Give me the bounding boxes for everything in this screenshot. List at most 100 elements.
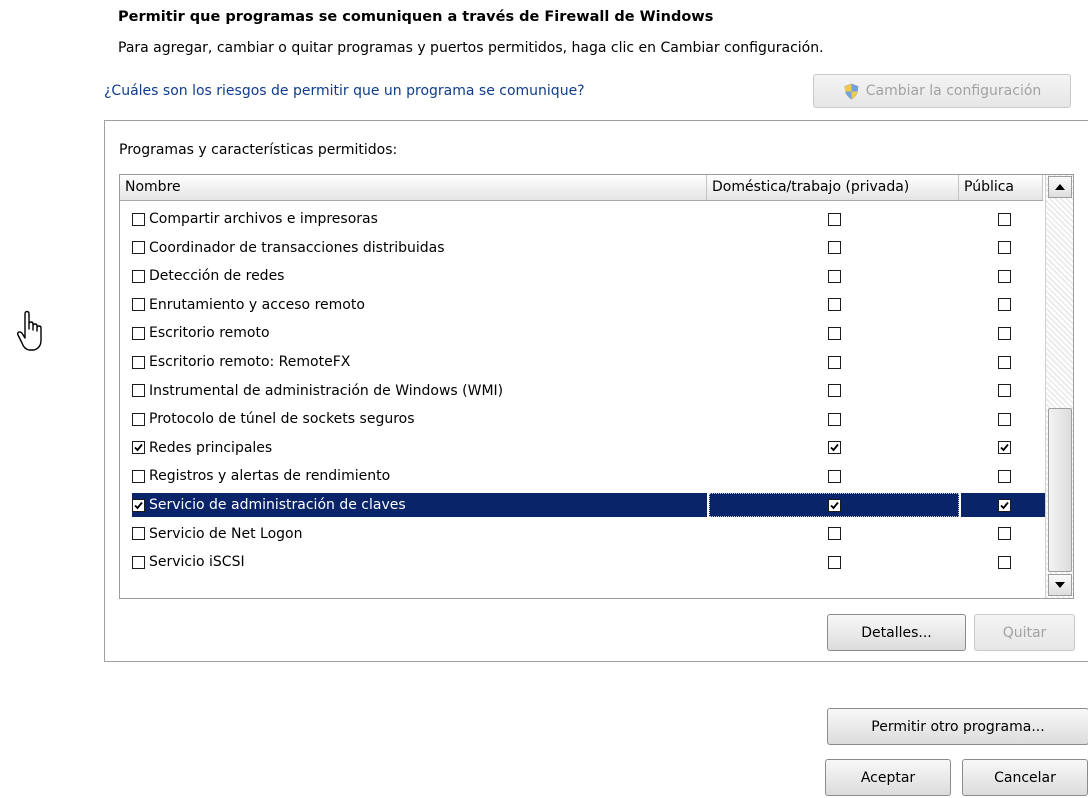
row-name-cell: Redes principales [132, 436, 707, 460]
private-checkbox[interactable] [827, 355, 841, 369]
enable-checkbox[interactable] [132, 326, 145, 340]
enable-checkbox[interactable] [132, 241, 145, 255]
program-name: Redes principales [149, 439, 273, 456]
table-row[interactable]: Instrumental de administración de Window… [120, 377, 1048, 405]
public-checkbox[interactable] [998, 384, 1011, 398]
private-checkbox[interactable] [827, 527, 841, 541]
enable-checkbox[interactable] [132, 355, 145, 369]
private-checkbox[interactable] [827, 298, 841, 312]
public-checkbox[interactable] [998, 555, 1011, 569]
table-row[interactable]: Servicio de administración de claves [120, 491, 1048, 519]
row-public-cell [961, 264, 1048, 288]
private-checkbox[interactable] [827, 555, 841, 569]
table-row[interactable]: Compartir archivos e impresoras [120, 205, 1048, 233]
change-settings-button[interactable]: Cambiar la configuración [813, 74, 1071, 108]
row-private-cell [709, 293, 959, 317]
allowed-programs-label: Programas y características permitidos: [119, 142, 398, 158]
enable-checkbox[interactable] [132, 212, 145, 226]
public-checkbox[interactable] [998, 241, 1011, 255]
program-name: Enrutamiento y acceso remoto [149, 296, 365, 313]
private-checkbox[interactable] [827, 412, 841, 426]
enable-checkbox[interactable] [132, 469, 145, 483]
enable-checkbox[interactable] [132, 384, 145, 398]
public-checkbox[interactable] [998, 441, 1011, 455]
scroll-up-button[interactable] [1048, 176, 1072, 198]
table-row[interactable]: Redes principales [120, 434, 1048, 462]
program-name: Instrumental de administración de Window… [149, 382, 504, 399]
list-header: Nombre Doméstica/trabajo (privada) Públi… [120, 175, 1043, 201]
row-private-cell [709, 264, 959, 288]
table-row[interactable]: Servicio iSCSI [120, 548, 1048, 576]
public-checkbox[interactable] [998, 355, 1011, 369]
cancel-button[interactable]: Cancelar [962, 759, 1088, 796]
public-checkbox[interactable] [998, 527, 1011, 541]
row-public-cell [961, 236, 1048, 260]
row-public-cell [961, 321, 1048, 345]
table-row[interactable]: Escritorio remoto [120, 319, 1048, 347]
enable-checkbox[interactable] [132, 498, 145, 512]
private-checkbox[interactable] [827, 441, 841, 455]
program-name: Escritorio remoto [149, 325, 270, 342]
table-row[interactable]: Escritorio remoto: RemoteFX [120, 348, 1048, 376]
program-name: Registros y alertas de rendimiento [149, 468, 391, 485]
public-checkbox[interactable] [998, 212, 1011, 226]
program-name: Escritorio remoto: RemoteFX [149, 354, 351, 370]
enable-checkbox[interactable] [132, 298, 145, 312]
enable-checkbox[interactable] [132, 269, 145, 283]
table-row[interactable]: Detección de redes [120, 262, 1048, 290]
public-checkbox[interactable] [998, 298, 1011, 312]
row-public-cell [961, 207, 1048, 231]
program-name: Servicio de administración de claves [149, 497, 406, 513]
enable-checkbox[interactable] [132, 527, 145, 541]
public-checkbox[interactable] [998, 326, 1011, 340]
private-checkbox[interactable] [827, 326, 841, 340]
table-row[interactable]: Coordinador de transacciones distribuida… [120, 234, 1048, 262]
page-subtitle: Para agregar, cambiar o quitar programas… [118, 40, 824, 56]
row-private-cell [709, 550, 959, 574]
program-name: Servicio iSCSI [149, 554, 245, 571]
public-checkbox[interactable] [998, 469, 1011, 483]
column-header-private[interactable]: Doméstica/trabajo (privada) [707, 175, 959, 200]
public-checkbox[interactable] [998, 269, 1011, 283]
private-checkbox[interactable] [827, 384, 841, 398]
row-name-cell: Servicio de administración de claves [132, 493, 707, 517]
vertical-scrollbar[interactable] [1045, 175, 1073, 598]
enable-checkbox[interactable] [132, 555, 145, 569]
private-checkbox[interactable] [827, 269, 841, 283]
row-private-cell [709, 464, 959, 488]
row-private-cell [709, 522, 959, 546]
allowed-programs-list[interactable]: Nombre Doméstica/trabajo (privada) Públi… [119, 174, 1074, 599]
column-header-public[interactable]: Pública [959, 175, 1043, 200]
program-name: Coordinador de transacciones distribuida… [149, 239, 445, 256]
private-checkbox[interactable] [827, 469, 841, 483]
row-public-cell [961, 464, 1048, 488]
change-settings-label: Cambiar la configuración [865, 83, 1042, 99]
row-name-cell: Enrutamiento y acceso remoto [132, 293, 707, 317]
scroll-down-button[interactable] [1048, 574, 1072, 596]
program-name: Compartir archivos e impresoras [149, 211, 378, 227]
allow-another-program-button[interactable]: Permitir otro programa... [827, 708, 1088, 745]
private-checkbox[interactable] [827, 212, 841, 226]
program-name: Protocolo de túnel de sockets seguros [149, 411, 415, 428]
row-name-cell: Registros y alertas de rendimiento [132, 464, 707, 488]
scrollbar-thumb[interactable] [1048, 408, 1072, 572]
row-name-cell: Escritorio remoto: RemoteFX [132, 350, 707, 374]
table-row[interactable]: Servicio de Net Logon [120, 520, 1048, 548]
risks-help-link[interactable]: ¿Cuáles son los riesgos de permitir que … [104, 83, 585, 99]
table-row[interactable]: Registros y alertas de rendimiento [120, 462, 1048, 490]
table-row[interactable]: Enrutamiento y acceso remoto [120, 291, 1048, 319]
column-header-name[interactable]: Nombre [120, 175, 707, 200]
row-name-cell: Detección de redes [132, 264, 707, 288]
private-checkbox[interactable] [827, 241, 841, 255]
row-public-cell [961, 407, 1048, 431]
row-private-cell [709, 493, 959, 517]
remove-button[interactable]: Quitar [974, 614, 1075, 651]
public-checkbox[interactable] [998, 498, 1011, 512]
enable-checkbox[interactable] [132, 441, 145, 455]
public-checkbox[interactable] [998, 412, 1011, 426]
private-checkbox[interactable] [827, 498, 841, 512]
details-button[interactable]: Detalles... [827, 614, 966, 651]
ok-button[interactable]: Aceptar [825, 759, 951, 796]
enable-checkbox[interactable] [132, 412, 145, 426]
table-row[interactable]: Protocolo de túnel de sockets seguros [120, 405, 1048, 433]
